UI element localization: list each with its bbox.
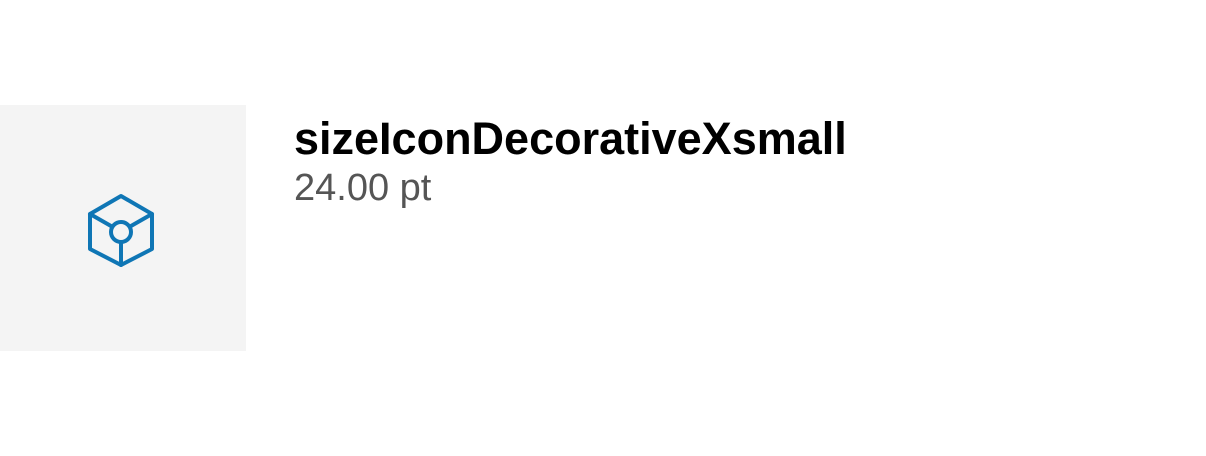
token-row: sizeIconDecorativeXsmall 24.00 pt xyxy=(0,105,1206,351)
icon-preview xyxy=(0,105,246,351)
token-value: 24.00 pt xyxy=(294,167,432,209)
cube-icon xyxy=(88,194,154,267)
token-name: sizeIconDecorativeXsmall xyxy=(294,113,847,164)
